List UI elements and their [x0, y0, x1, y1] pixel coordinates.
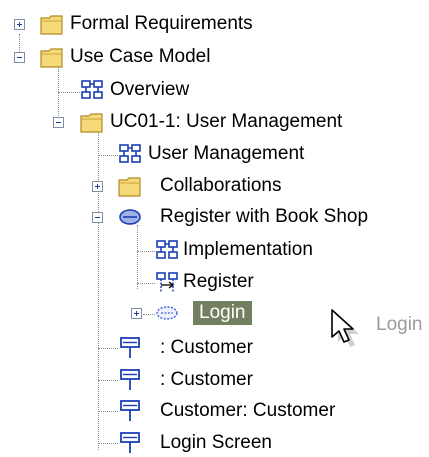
- collapse-toggle-use-case-model[interactable]: [14, 52, 25, 63]
- mouse-pointer-icon: [331, 309, 359, 347]
- tree-connector: [137, 225, 138, 289]
- lifeline-icon: [118, 337, 142, 359]
- tree-node-label: Overview: [110, 79, 190, 100]
- tree-connector: [98, 155, 118, 156]
- collapse-toggle-uc01-1[interactable]: [53, 117, 64, 128]
- collapse-toggle-register-with-book-shop[interactable]: [92, 212, 103, 223]
- lifeline-icon: [118, 432, 142, 454]
- tree-node-label: : Customer: [160, 369, 253, 390]
- tree-node-label: Register with Book Shop: [160, 206, 369, 227]
- containment-tree: Formal Requirements Use Case Model Overv…: [0, 0, 429, 454]
- tree-node-label-selected: Login: [193, 301, 252, 325]
- tree-node-label: : Customer: [160, 337, 253, 358]
- diagram-icon: [80, 79, 104, 101]
- tree-connector: [137, 251, 155, 252]
- folder-icon: [118, 175, 142, 197]
- tree-node-label: Implementation: [183, 239, 313, 260]
- expand-toggle-formal-requirements[interactable]: [14, 19, 25, 30]
- tree-node-label: Formal Requirements: [70, 13, 253, 34]
- tree-connector: [98, 348, 118, 349]
- use-case-icon: [118, 206, 142, 228]
- lifeline-icon: [118, 369, 142, 391]
- tree-connector: [98, 130, 99, 450]
- tree-node-label: UC01-1: User Management: [110, 111, 343, 132]
- expand-toggle-login[interactable]: [131, 308, 142, 319]
- tree-connector: [98, 411, 118, 412]
- diagram-icon: [155, 239, 179, 261]
- tree-connector: [143, 314, 155, 315]
- tree-connector: [98, 380, 118, 381]
- sequence-diagram-icon: [155, 271, 179, 293]
- folder-icon: [40, 46, 64, 68]
- tree-connector: [58, 92, 80, 93]
- tree-node-label: Customer: Customer: [160, 400, 336, 421]
- dashed-use-case-icon: [155, 302, 179, 324]
- drag-preview-label: Login: [376, 314, 423, 335]
- diagram-icon: [118, 143, 142, 165]
- drag-preview: Login: [328, 306, 429, 347]
- folder-icon: [40, 13, 64, 35]
- tree-node-label: Register: [183, 271, 254, 292]
- expand-toggle-collaborations[interactable]: [92, 181, 103, 192]
- tree-node-label: Use Case Model: [70, 46, 211, 67]
- tree-connector: [137, 283, 155, 284]
- tree-node-label: User Management: [148, 143, 305, 164]
- tree-node-label: Collaborations: [160, 175, 282, 196]
- tree-node-label: Login Screen: [160, 432, 272, 453]
- folder-icon: [80, 111, 104, 133]
- lifeline-icon: [118, 400, 142, 422]
- tree-connector: [98, 443, 118, 444]
